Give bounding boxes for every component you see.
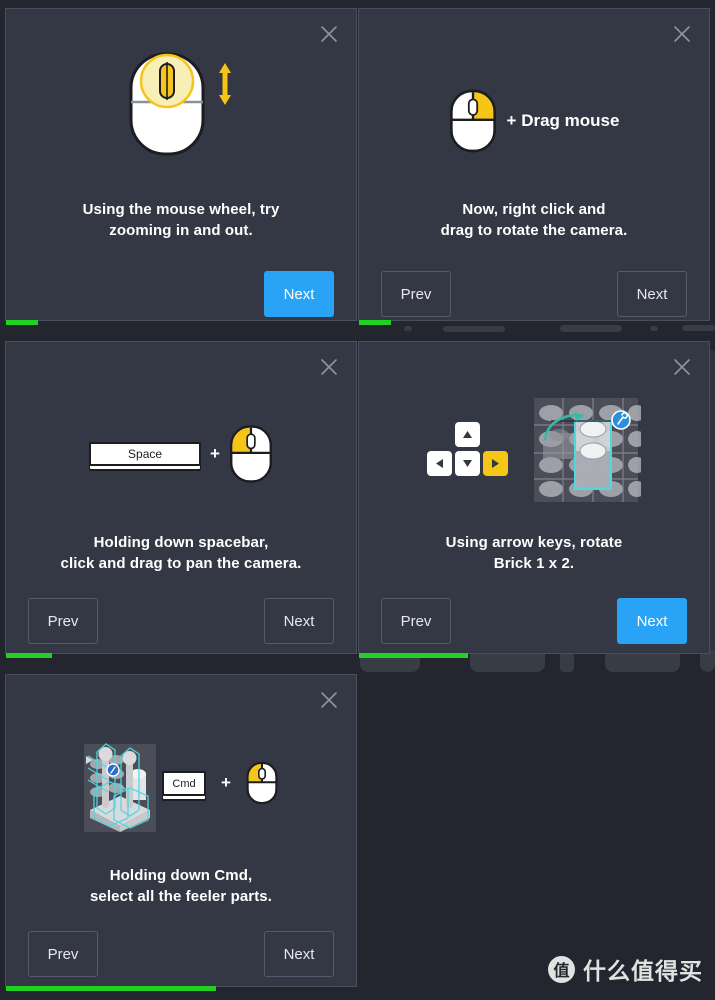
arrow-down-icon — [463, 460, 472, 467]
arrow-keys-brick-illustration — [359, 390, 709, 510]
background-ui-fragment — [443, 326, 505, 332]
next-button[interactable]: Next — [264, 271, 334, 317]
panel-button-row: Prev Next — [381, 598, 687, 644]
background-ui-fragment — [404, 326, 412, 331]
panel-caption: Now, right click and drag to rotate the … — [440, 201, 628, 239]
progress-track — [6, 653, 356, 658]
watermark-text: 什么值得买 — [583, 959, 703, 985]
close-icon[interactable] — [318, 356, 340, 378]
tutorial-panel-select-feeler: Cmd + Holding down Cmd, select all the f… — [5, 674, 357, 991]
progress-track — [359, 320, 709, 325]
drag-mouse-label: + Drag mouse — [506, 111, 620, 130]
screenshot-stage: Using the mouse wheel, try zooming in an… — [0, 0, 715, 1000]
progress-track — [6, 320, 356, 325]
watermark: 值 什么值得买 — [548, 952, 703, 986]
vertical-double-arrow-icon — [219, 63, 231, 105]
panel-button-row: Prev Next — [28, 931, 334, 977]
mouse-wheel-illustration — [6, 49, 356, 159]
next-button[interactable]: Next — [264, 598, 334, 644]
progress-fill — [359, 653, 468, 658]
mouse-icon — [230, 425, 272, 483]
tutorial-panel-pan-camera: Space + Holding down spacebar, click and… — [5, 341, 357, 658]
tutorial-panel-rotate-camera: + Drag mouse Now, right click and drag t… — [358, 8, 710, 325]
prev-button[interactable]: Prev — [381, 271, 451, 317]
arrow-key-pad — [427, 422, 509, 478]
cmd-keycap: Cmd — [162, 770, 207, 796]
progress-track — [359, 653, 709, 658]
mouse-icon — [129, 52, 205, 156]
right-click-drag-illustration: + Drag mouse — [359, 81, 709, 161]
next-button[interactable]: Next — [264, 931, 334, 977]
brick-icon — [534, 398, 641, 502]
prev-button[interactable]: Prev — [381, 598, 451, 644]
background-ui-fragment — [560, 325, 622, 332]
mouse-icon — [246, 762, 278, 804]
panel-button-row: Next — [28, 271, 334, 317]
plus-sign: + — [210, 444, 220, 463]
panel-button-row: Prev Next — [381, 271, 687, 317]
next-button[interactable]: Next — [617, 271, 687, 317]
prev-button[interactable]: Prev — [28, 931, 98, 977]
arrow-up-icon — [463, 431, 472, 438]
panel-caption: Holding down spacebar, click and drag to… — [60, 534, 302, 572]
progress-fill — [6, 320, 38, 325]
progress-fill — [6, 653, 52, 658]
tutorial-panel-zoom: Using the mouse wheel, try zooming in an… — [5, 8, 357, 325]
arrow-down-key[interactable] — [455, 451, 480, 476]
tutorial-panel-rotate-brick: Using arrow keys, rotate Brick 1 x 2. Pr… — [358, 341, 710, 658]
progress-fill — [359, 320, 391, 325]
arrow-right-icon — [492, 459, 499, 468]
space-drag-illustration: Space + — [6, 414, 356, 494]
next-button[interactable]: Next — [617, 598, 687, 644]
space-keycap: Space — [89, 442, 202, 466]
close-icon[interactable] — [671, 356, 693, 378]
close-icon[interactable] — [318, 689, 340, 711]
progress-fill — [6, 986, 216, 991]
cmd-select-illustration: Cmd + — [6, 729, 356, 837]
arrow-up-key[interactable] — [455, 422, 480, 447]
prev-button[interactable]: Prev — [28, 598, 98, 644]
arrow-left-icon — [436, 459, 443, 468]
plus-sign: + — [221, 773, 231, 792]
mouse-icon — [449, 89, 496, 153]
panel-caption: Using arrow keys, rotate Brick 1 x 2. — [445, 534, 623, 572]
arrow-right-key[interactable] — [483, 451, 508, 476]
panel-caption: Holding down Cmd, select all the feeler … — [89, 867, 273, 905]
watermark-badge-icon: 值 — [548, 955, 575, 983]
close-icon[interactable] — [671, 23, 693, 45]
close-icon[interactable] — [318, 23, 340, 45]
arrow-left-key[interactable] — [427, 451, 452, 476]
background-ui-fragment — [650, 326, 658, 331]
progress-track — [6, 986, 356, 991]
feeler-parts-icon — [84, 743, 157, 832]
background-ui-fragment — [682, 325, 715, 331]
panel-button-row: Prev Next — [28, 598, 334, 644]
panel-caption: Using the mouse wheel, try zooming in an… — [82, 201, 280, 239]
